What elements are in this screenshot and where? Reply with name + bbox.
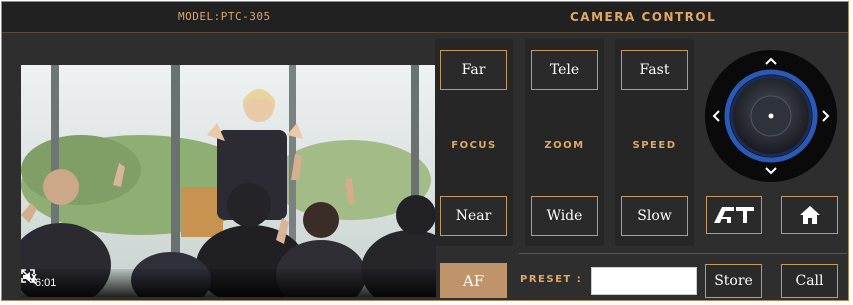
preset-input[interactable] [591, 267, 697, 295]
camera-control-title: CAMERA CONTROL [570, 10, 717, 24]
zoom-wide-button[interactable]: Wide [531, 196, 598, 236]
camera-control-frame: MODEL:PTC-305 CAMERA CONTROL 6:01 Far FO… [1, 1, 849, 301]
home-button[interactable] [781, 196, 838, 234]
store-button[interactable]: Store [705, 264, 762, 298]
af-button[interactable]: AF [440, 263, 507, 298]
call-button[interactable]: Call [781, 264, 838, 298]
focus-panel: Far FOCUS Near [435, 39, 513, 246]
speed-label: SPEED [632, 140, 677, 151]
video-frame-image [21, 65, 436, 297]
speed-slow-button[interactable]: Slow [621, 196, 688, 236]
focus-label: FOCUS [451, 140, 497, 151]
focus-near-button[interactable]: Near [440, 196, 507, 236]
model-label: MODEL:PTC-305 [178, 10, 271, 23]
fullscreen-icon[interactable] [21, 269, 35, 283]
focus-far-button[interactable]: Far [440, 50, 507, 90]
header-bar: MODEL:PTC-305 CAMERA CONTROL [2, 2, 848, 33]
ptz-joystick[interactable] [704, 49, 838, 183]
preset-divider [519, 253, 847, 254]
speed-panel: Fast SPEED Slow [615, 39, 694, 246]
at-logo-icon [714, 207, 754, 223]
video-player[interactable]: 6:01 [21, 65, 436, 297]
home-icon [799, 206, 820, 224]
video-controls-bar: 6:01 [21, 269, 436, 297]
zoom-tele-button[interactable]: Tele [531, 50, 598, 90]
speed-fast-button[interactable]: Fast [621, 50, 688, 90]
video-time: 6:01 [35, 277, 57, 289]
preset-label: PRESET : [520, 274, 583, 285]
zoom-label: ZOOM [544, 140, 585, 151]
zoom-panel: Tele ZOOM Wide [525, 39, 604, 246]
at-button[interactable]: AT [706, 196, 762, 234]
